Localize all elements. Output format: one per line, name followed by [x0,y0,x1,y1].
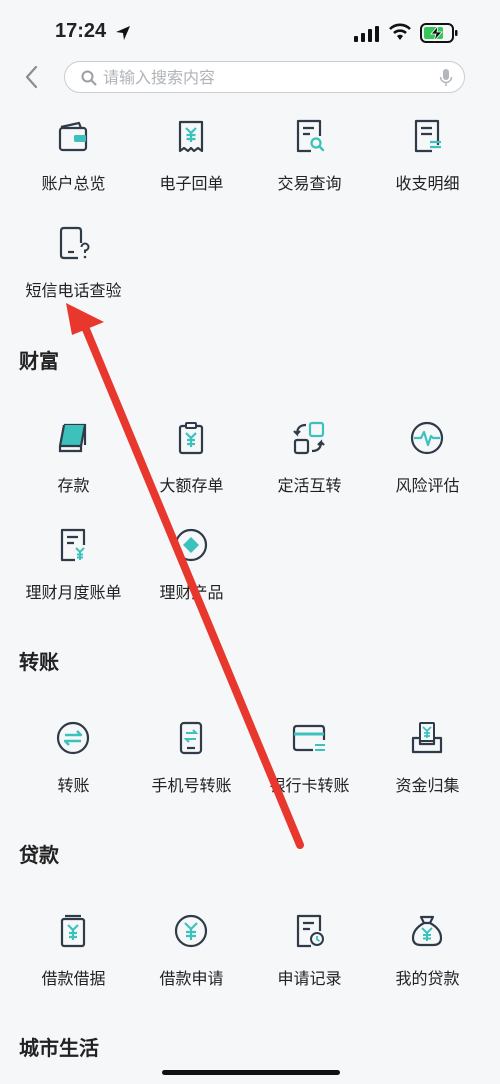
yuan-circle-icon [174,914,208,948]
transfer-icon [56,721,90,755]
tile-label: 转账 [57,776,90,795]
status-time: 17:24 [55,20,107,42]
bank-card-icon [292,724,326,752]
tile-label: 定活互转 [277,476,342,495]
tile-label: 理财月度账单 [25,583,122,602]
tile-mobile-number-transfer[interactable]: 手机号转账 [129,720,254,820]
search-icon [81,70,97,86]
tile-label: 收支明细 [395,174,460,193]
tile-label: 风险评估 [395,476,460,495]
bill-yuan-icon [60,528,86,562]
tile-label: 借款借据 [41,969,106,988]
tile-label: 电子回单 [159,174,224,193]
tile-application-records[interactable]: 申请记录 [247,913,372,1013]
microphone-icon[interactable] [439,69,453,87]
tile-transfer[interactable]: 转账 [11,720,136,820]
tile-large-deposit-certificate[interactable]: 大额存单 [129,420,254,520]
document-list-icon [414,119,441,153]
tile-account-overview[interactable]: 账户总览 [11,118,136,218]
tile-label: 存款 [57,476,90,495]
tile-transaction-query[interactable]: 交易查询 [247,118,372,218]
money-bag-icon [411,915,443,947]
tile-loan-note[interactable]: 借款借据 [11,913,136,1013]
search-input[interactable] [103,62,423,92]
tile-my-loans[interactable]: 我的贷款 [365,913,490,1013]
exchange-icon [293,421,325,455]
tile-fund-collection[interactable]: 资金归集 [365,720,490,820]
cellular-signal-icon [354,26,379,42]
tile-label: 银行卡转账 [269,776,350,795]
tile-risk-assessment[interactable]: 风险评估 [365,420,490,520]
home-indicator [162,1070,340,1075]
tile-label: 借款申请 [159,969,224,988]
tile-label: 我的贷款 [395,969,460,988]
tile-label: 资金归集 [395,776,460,795]
back-chevron-icon[interactable] [20,64,44,90]
tile-bank-card-transfer[interactable]: 银行卡转账 [247,720,372,820]
tile-fixed-current-conversion[interactable]: 定活互转 [247,420,372,520]
tile-label: 申请记录 [277,969,342,988]
location-arrow-icon [116,26,130,40]
deposit-book-icon [58,423,87,453]
clipboard-yuan-icon [178,422,204,455]
loan-note-icon [60,914,86,948]
battery-charging-icon [420,23,458,43]
tile-wealth-monthly-bill[interactable]: 理财月度账单 [11,527,136,627]
mobile-transfer-icon [179,721,203,755]
wallet-icon [58,121,88,152]
fund-collect-icon [411,722,443,754]
tile-electronic-receipt[interactable]: 电子回单 [129,118,254,218]
phone-question-icon [59,226,90,260]
receipt-icon [178,120,204,153]
tile-sms-phone-verification[interactable]: 短信电话查验 [11,225,136,325]
section-title-transfer: 转账 [19,650,59,674]
record-clock-icon [296,914,324,948]
section-title-wealth: 财富 [19,349,59,373]
document-search-icon [296,119,325,153]
section-title-loan: 贷款 [19,843,59,867]
tile-label: 交易查询 [277,174,342,193]
pulse-icon [410,421,444,455]
tile-label: 账户总览 [41,174,106,193]
tile-label: 理财产品 [159,583,224,602]
tile-label: 短信电话查验 [25,281,122,300]
search-bar[interactable] [64,61,465,93]
diamond-icon [174,528,208,562]
tile-loan-application[interactable]: 借款申请 [129,913,254,1013]
tile-deposit[interactable]: 存款 [11,420,136,520]
nav-bar [0,60,500,96]
section-title-city-life: 城市生活 [19,1036,99,1060]
tile-income-expense-details[interactable]: 收支明细 [365,118,490,218]
tile-label: 手机号转账 [151,776,232,795]
wifi-icon [389,23,411,40]
status-bar: 17:24 [0,0,500,64]
tile-wealth-products[interactable]: 理财产品 [129,527,254,627]
tile-label: 大额存单 [159,476,224,495]
